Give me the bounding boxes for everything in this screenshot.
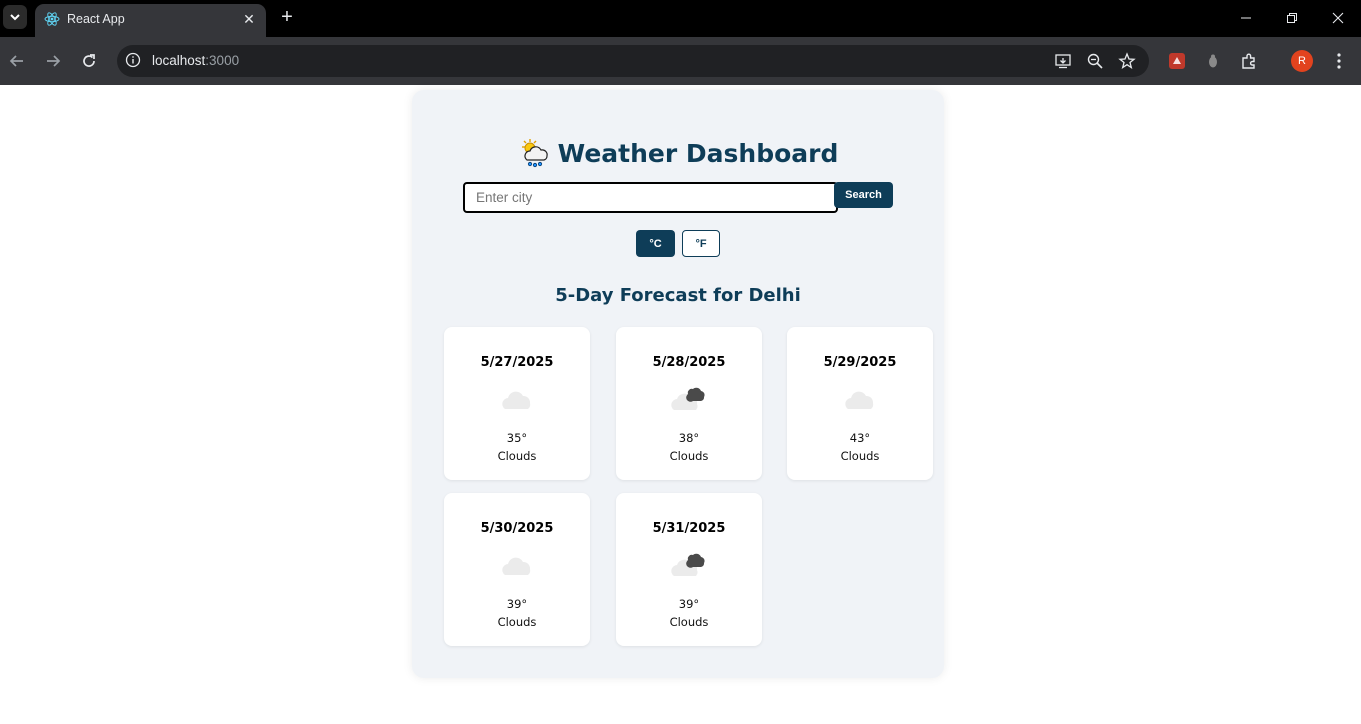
- forecast-date: 5/29/2025: [823, 355, 897, 370]
- broken-clouds-icon: [671, 553, 705, 576]
- profile-avatar[interactable]: R: [1291, 50, 1313, 72]
- forecast-description: Clouds: [840, 449, 880, 463]
- forecast-date: 5/27/2025: [480, 355, 554, 370]
- forecast-temp: 39°: [678, 597, 700, 611]
- url-port: :3000: [205, 53, 240, 68]
- extension-grey-icon[interactable]: [1204, 52, 1222, 70]
- browser-tabstrip: React App ✕ +: [0, 0, 1361, 37]
- forecast-temp: 39°: [506, 597, 528, 611]
- tab-close-icon[interactable]: ✕: [240, 10, 258, 28]
- search-button[interactable]: Search: [834, 182, 893, 208]
- window-minimize-icon[interactable]: [1223, 0, 1269, 36]
- url-host: localhost: [152, 53, 206, 68]
- cloud-icon: [502, 557, 531, 575]
- tab-search-chevron-icon[interactable]: [3, 5, 27, 29]
- weather-dashboard-card: Weather Dashboard Search °C °F 5-Day For…: [412, 90, 944, 678]
- reload-icon[interactable]: [78, 50, 100, 72]
- tab-title: React App: [67, 12, 125, 26]
- title-row: Weather Dashboard: [412, 137, 944, 169]
- forecast-card: 5/31/2025 39° Clouds: [616, 493, 762, 646]
- city-search-input[interactable]: [463, 182, 838, 213]
- forecast-card: 5/28/2025 38° Clouds: [616, 327, 762, 480]
- forecast-description: Clouds: [669, 449, 709, 463]
- extension-red-icon[interactable]: [1168, 52, 1186, 70]
- window-restore-icon[interactable]: [1269, 0, 1315, 36]
- sun-behind-rain-cloud-icon: [521, 139, 548, 168]
- window-close-icon[interactable]: [1315, 0, 1361, 36]
- url-text: localhost:3000: [152, 53, 239, 68]
- forecast-card: 5/27/2025 35° Clouds: [444, 327, 590, 480]
- browser-menu-icon[interactable]: [1330, 50, 1348, 72]
- forecast-temp: 35°: [506, 431, 528, 445]
- page-title: Weather Dashboard: [557, 138, 839, 168]
- forecast-date: 5/31/2025: [652, 521, 726, 536]
- broken-clouds-icon: [671, 387, 705, 410]
- forecast-description: Clouds: [497, 615, 537, 629]
- forecast-description: Clouds: [497, 449, 537, 463]
- back-arrow-icon[interactable]: [6, 50, 28, 72]
- celsius-toggle-button[interactable]: °C: [636, 230, 675, 257]
- forecast-description: Clouds: [669, 615, 709, 629]
- install-app-icon[interactable]: [1054, 52, 1072, 70]
- fahrenheit-toggle-button[interactable]: °F: [682, 230, 720, 257]
- new-tab-plus-icon[interactable]: +: [277, 7, 297, 27]
- browser-toolbar: localhost:3000 R: [0, 37, 1361, 85]
- forecast-heading: 5-Day Forecast for Delhi: [555, 285, 801, 306]
- cloud-icon: [845, 391, 874, 409]
- forecast-card: 5/30/2025 39° Clouds: [444, 493, 590, 646]
- extensions-puzzle-icon[interactable]: [1240, 52, 1258, 70]
- react-logo-icon: [44, 12, 60, 26]
- forecast-temp: 38°: [678, 431, 700, 445]
- zoom-icon[interactable]: [1086, 52, 1104, 70]
- bookmark-star-icon[interactable]: [1118, 52, 1136, 70]
- forecast-date: 5/30/2025: [480, 521, 554, 536]
- cloud-icon: [502, 391, 531, 409]
- forecast-temp: 43°: [849, 431, 871, 445]
- address-bar[interactable]: localhost:3000: [117, 45, 1149, 77]
- forecast-card: 5/29/2025 43° Clouds: [787, 327, 933, 480]
- site-info-icon[interactable]: [125, 52, 141, 68]
- browser-tab[interactable]: React App ✕: [35, 4, 266, 37]
- forward-arrow-icon[interactable]: [42, 50, 64, 72]
- forecast-date: 5/28/2025: [652, 355, 726, 370]
